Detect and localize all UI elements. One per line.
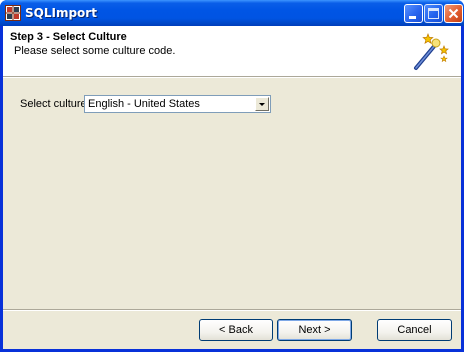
minimize-icon <box>409 16 416 19</box>
step-title: Step 3 - Select Culture <box>10 31 127 43</box>
next-button[interactable]: Next > <box>277 319 352 341</box>
close-icon <box>448 8 459 19</box>
sqlimport-app-icon <box>5 5 21 21</box>
culture-dropdown[interactable]: English - United States <box>84 95 271 113</box>
maximize-button[interactable] <box>424 4 443 23</box>
culture-dropdown-value: English - United States <box>88 98 200 110</box>
minimize-button[interactable] <box>404 4 423 23</box>
dropdown-arrow-button[interactable] <box>255 97 269 111</box>
window-title: SQLImport <box>25 6 97 20</box>
maximize-icon <box>428 8 439 19</box>
wizard-header: Step 3 - Select Culture Please select so… <box>3 26 461 76</box>
header-separator <box>3 76 461 78</box>
title-bar[interactable]: SQLImport <box>0 0 464 26</box>
wizard-window: SQLImport Step 3 - Select Culture Please… <box>0 0 464 352</box>
step-description: Please select some culture code. <box>14 45 176 57</box>
close-button[interactable] <box>444 4 463 23</box>
footer-separator <box>3 309 461 311</box>
chevron-down-icon <box>259 103 265 106</box>
select-culture-label: Select culture: <box>20 98 90 110</box>
cancel-button[interactable]: Cancel <box>377 319 452 341</box>
magic-wand-icon <box>414 33 449 70</box>
back-button[interactable]: < Back <box>199 319 273 341</box>
wizard-client-area: Step 3 - Select Culture Please select so… <box>3 26 461 349</box>
